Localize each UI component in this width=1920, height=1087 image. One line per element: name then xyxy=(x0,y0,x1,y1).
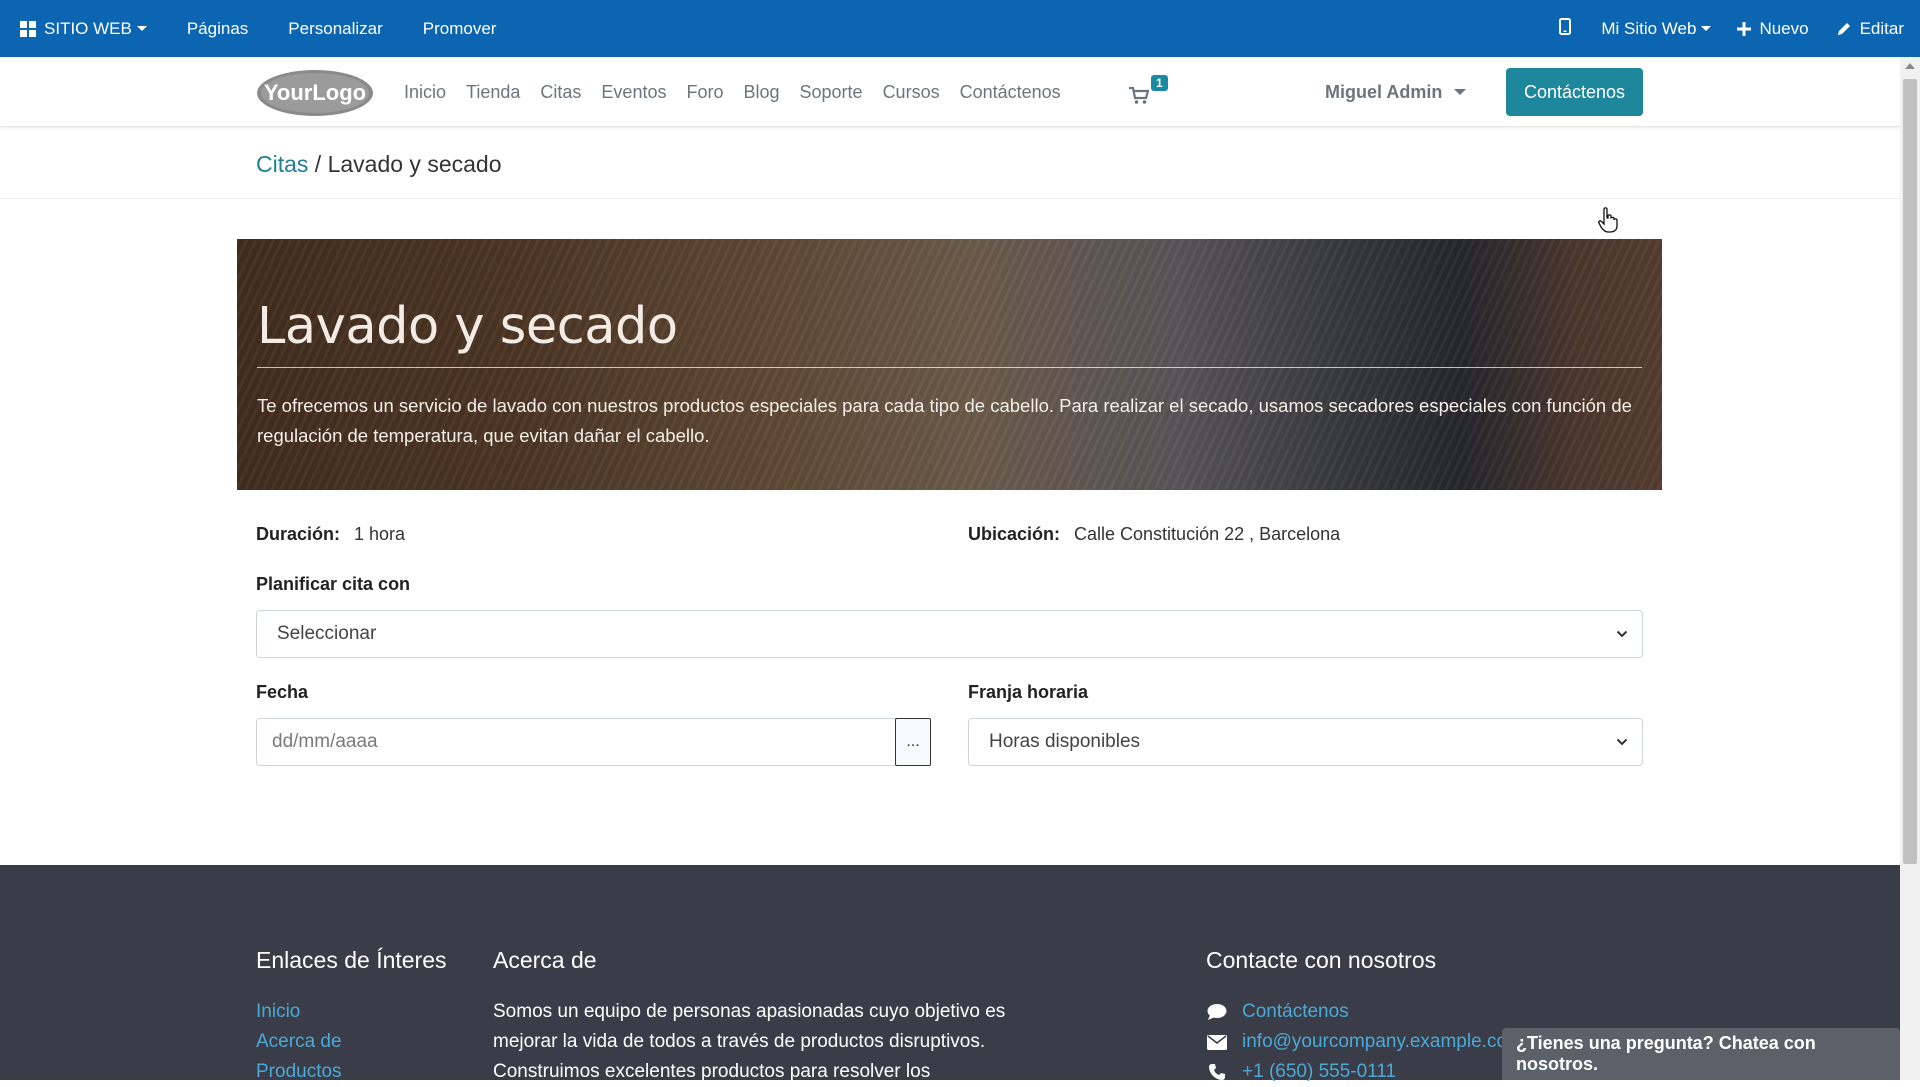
hero-overlay xyxy=(237,239,1662,490)
footer-link-inicio[interactable]: Inicio xyxy=(256,997,342,1027)
live-chat-button[interactable]: ¿Tienes una pregunta? Chatea con nosotro… xyxy=(1502,1028,1900,1080)
user-name: Miguel Admin xyxy=(1325,81,1443,102)
plus-icon xyxy=(1737,21,1752,36)
site-header: YourLogo Inicio Tienda Citas Eventos For… xyxy=(0,57,1900,127)
logo[interactable]: YourLogo xyxy=(255,68,375,118)
time-slot-select-value: Horas disponibles xyxy=(989,731,1141,752)
date-picker-button[interactable]: ... xyxy=(895,718,931,766)
breadcrumb-current: Lavado y secado xyxy=(327,151,502,177)
breadcrumb-citas-link[interactable]: Citas xyxy=(256,151,308,177)
breadcrumb: Citas / Lavado y secado xyxy=(256,151,501,178)
logo-text: YourLogo xyxy=(264,80,366,105)
chevron-down-icon xyxy=(1454,89,1467,95)
cart-count-badge: 1 xyxy=(1151,75,1168,91)
nav-item-citas[interactable]: Citas xyxy=(540,82,581,103)
breadcrumb-separator: / xyxy=(308,151,328,177)
cart-button[interactable]: 1 xyxy=(1129,75,1174,109)
mouse-pointer-icon xyxy=(1598,207,1618,233)
main-nav: Inicio Tienda Citas Eventos Foro Blog So… xyxy=(404,57,1081,127)
nav-item-foro[interactable]: Foro xyxy=(686,82,723,103)
nav-item-tienda[interactable]: Tienda xyxy=(466,82,520,103)
hero-banner: Lavado y secado Te ofrecemos un servicio… xyxy=(237,239,1662,490)
duration-label: Duración: xyxy=(256,524,341,544)
promote-menu[interactable]: Promover xyxy=(403,0,517,57)
nav-item-soporte[interactable]: Soporte xyxy=(800,82,863,103)
nav-item-cursos[interactable]: Cursos xyxy=(883,82,940,103)
footer-about-text: Somos un equipo de personas apasionadas … xyxy=(493,1001,1006,1082)
chevron-down-icon xyxy=(136,26,147,31)
pages-menu[interactable]: Páginas xyxy=(167,0,268,57)
hero-description: Te ofrecemos un servicio de lavado con n… xyxy=(257,395,1632,446)
duration-info: Duración: 1 hora xyxy=(256,524,405,545)
new-label: Nuevo xyxy=(1759,18,1809,38)
footer-contact-link[interactable]: Contáctenos xyxy=(1242,997,1349,1027)
time-slot-label: Franja horaria xyxy=(968,682,1089,702)
nav-item-eventos[interactable]: Eventos xyxy=(601,82,666,103)
cart-icon xyxy=(1129,87,1149,104)
contact-us-button[interactable]: Contáctenos xyxy=(1506,68,1643,116)
scrollbar-thumb[interactable] xyxy=(1903,79,1917,864)
my-site-menu[interactable]: Mi Sitio Web xyxy=(1589,0,1723,57)
nav-item-inicio[interactable]: Inicio xyxy=(404,82,446,103)
pencil-icon xyxy=(1837,21,1852,36)
footer-links: Inicio Acerca de Productos xyxy=(256,997,342,1087)
edit-label: Editar xyxy=(1859,18,1904,38)
time-slot-select[interactable]: Horas disponibles xyxy=(968,718,1643,766)
contact-row: Contáctenos xyxy=(1206,997,1523,1027)
location-value: Calle Constitución 22 , Barcelona xyxy=(1074,524,1341,544)
envelope-icon xyxy=(1206,1034,1228,1050)
staff-select-value: Seleccionar xyxy=(277,623,377,644)
logo-icon: YourLogo xyxy=(257,70,373,116)
footer-links-title: Enlaces de Ínteres xyxy=(256,947,447,973)
email-row: info@yourcompany.example.com xyxy=(1206,1027,1523,1057)
new-button[interactable]: Nuevo xyxy=(1723,0,1822,57)
location-info: Ubicación: Calle Constitución 22 , Barcel… xyxy=(968,524,1340,545)
chevron-down-icon xyxy=(1701,26,1712,31)
chevron-down-icon xyxy=(1616,630,1628,638)
phone-row: +1 (650) 555-0111 xyxy=(1206,1057,1523,1087)
date-label: Fecha xyxy=(256,682,309,702)
date-input[interactable]: dd/mm/aaaa xyxy=(256,718,896,766)
page-title: Lavado y secado xyxy=(257,297,678,356)
hero-divider xyxy=(257,367,1642,368)
chevron-down-icon xyxy=(1616,738,1628,746)
duration-value: 1 hora xyxy=(354,524,406,544)
page-scrollbar[interactable] xyxy=(1900,57,1920,1080)
footer-phone-link[interactable]: +1 (650) 555-0111 xyxy=(1242,1057,1396,1087)
my-site-label: Mi Sitio Web xyxy=(1601,18,1697,38)
footer-email-link[interactable]: info@yourcompany.example.com xyxy=(1242,1027,1523,1057)
website-menu-label: SITIO WEB xyxy=(44,18,132,38)
footer-about-title: Acerca de xyxy=(493,947,597,973)
nav-item-blog[interactable]: Blog xyxy=(743,82,779,103)
footer-link-acerca[interactable]: Acerca de xyxy=(256,1027,342,1057)
location-label: Ubicación: xyxy=(968,524,1061,544)
footer-link-productos[interactable]: Productos xyxy=(256,1057,342,1087)
customize-menu[interactable]: Personalizar xyxy=(268,0,403,57)
website-menu[interactable]: SITIO WEB xyxy=(0,0,167,57)
admin-bar: SITIO WEB Páginas Personalizar Promover … xyxy=(0,0,1920,57)
chat-bubble-icon xyxy=(1206,1003,1228,1021)
staff-select[interactable]: Seleccionar xyxy=(256,610,1643,658)
mobile-preview-button[interactable] xyxy=(1541,0,1589,57)
scroll-up-arrow-icon[interactable] xyxy=(1905,63,1915,69)
breadcrumb-bar: Citas / Lavado y secado xyxy=(0,127,1900,199)
phone-icon xyxy=(1206,1064,1228,1080)
staff-label: Planificar cita con xyxy=(256,574,411,594)
nav-item-contactenos[interactable]: Contáctenos xyxy=(960,82,1061,103)
footer-contact-title: Contacte con nosotros xyxy=(1206,947,1437,973)
mobile-icon xyxy=(1559,17,1572,40)
apps-grid-icon xyxy=(20,20,36,37)
edit-button[interactable]: Editar xyxy=(1823,0,1914,57)
user-menu[interactable]: Miguel Admin xyxy=(1325,57,1467,127)
footer-contact: Contáctenos info@yourcompany.example.com… xyxy=(1206,997,1523,1087)
